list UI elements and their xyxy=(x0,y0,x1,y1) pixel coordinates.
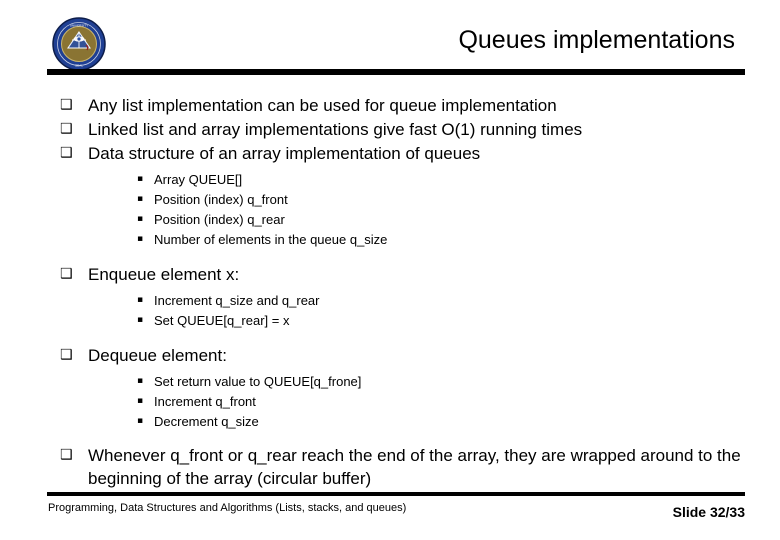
sub-bullet-text: Position (index) q_rear xyxy=(154,212,285,227)
sub-bullet-text: Set QUEUE[q_rear] = x xyxy=(154,313,290,328)
small-square-bullet-icon: ▪ xyxy=(137,194,144,204)
sub-bullet-text: Set return value to QUEUE[q_frone] xyxy=(154,374,362,389)
bullet-text: Whenever q_front or q_rear reach the end… xyxy=(88,446,741,488)
sub-bullet-item: ▪ Array QUEUE[] xyxy=(47,170,747,189)
seal-icon: UNIVERSITY SEAL xyxy=(52,17,106,71)
sub-bullet-text: Decrement q_size xyxy=(154,414,259,429)
small-square-bullet-icon: ▪ xyxy=(137,214,144,224)
svg-text:SEAL: SEAL xyxy=(75,64,83,68)
bullet-text: Dequeue element: xyxy=(88,346,227,365)
small-square-bullet-icon: ▪ xyxy=(137,376,144,386)
bullet-text: Linked list and array implementations gi… xyxy=(88,120,583,139)
bullet-text: Any list implementation can be used for … xyxy=(88,96,557,115)
slide-canvas: UNIVERSITY SEAL Queues implementations ❑… xyxy=(0,0,780,540)
small-square-bullet-icon: ▪ xyxy=(137,416,144,426)
footer-divider xyxy=(47,492,745,496)
bullet-item: ❑ Any list implementation can be used fo… xyxy=(47,94,747,117)
square-bullet-icon: ❑ xyxy=(60,145,73,161)
bullet-item: ❑ Enqueue element x: xyxy=(47,263,747,286)
sub-bullet-text: Array QUEUE[] xyxy=(154,172,243,187)
slide-body: ❑ Any list implementation can be used fo… xyxy=(47,94,747,491)
university-seal-logo: UNIVERSITY SEAL xyxy=(52,17,106,71)
bullet-item: ❑ Linked list and array implementations … xyxy=(47,118,747,141)
bullet-text: Enqueue element x: xyxy=(88,265,240,284)
sub-bullet-item: ▪ Decrement q_size xyxy=(47,412,747,431)
sub-bullet-item: ▪ Set return value to QUEUE[q_frone] xyxy=(47,372,747,391)
title-divider xyxy=(47,69,745,75)
sub-bullet-item: ▪ Position (index) q_rear xyxy=(47,210,747,229)
square-bullet-icon: ❑ xyxy=(60,347,73,363)
sub-bullet-group: ▪ Increment q_size and q_rear ▪ Set QUEU… xyxy=(47,291,747,330)
square-bullet-icon: ❑ xyxy=(60,121,73,137)
small-square-bullet-icon: ▪ xyxy=(137,396,144,406)
sub-bullet-group: ▪ Array QUEUE[] ▪ Position (index) q_fro… xyxy=(47,170,747,249)
svg-text:UNIVERSITY: UNIVERSITY xyxy=(70,24,89,28)
bullet-item: ❑ Data structure of an array implementat… xyxy=(47,142,747,165)
bullet-item: ❑ Whenever q_front or q_rear reach the e… xyxy=(47,444,747,490)
sub-bullet-item: ▪ Increment q_size and q_rear xyxy=(47,291,747,310)
slide-number-label: Slide 32/33 xyxy=(672,504,745,520)
square-bullet-icon: ❑ xyxy=(60,447,73,463)
sub-bullet-item: ▪ Position (index) q_front xyxy=(47,190,747,209)
sub-bullet-group: ▪ Set return value to QUEUE[q_frone] ▪ I… xyxy=(47,372,747,431)
bullet-item: ❑ Dequeue element: xyxy=(47,344,747,367)
square-bullet-icon: ❑ xyxy=(60,266,73,282)
small-square-bullet-icon: ▪ xyxy=(137,295,144,305)
bullet-text: Data structure of an array implementatio… xyxy=(88,144,481,163)
sub-bullet-item: ▪ Number of elements in the queue q_size xyxy=(47,230,747,249)
sub-bullet-text: Number of elements in the queue q_size xyxy=(154,232,388,247)
square-bullet-icon: ❑ xyxy=(60,97,73,113)
small-square-bullet-icon: ▪ xyxy=(137,234,144,244)
footer-course-label: Programming, Data Structures and Algorit… xyxy=(48,502,407,514)
sub-bullet-item: ▪ Increment q_front xyxy=(47,392,747,411)
sub-bullet-item: ▪ Set QUEUE[q_rear] = x xyxy=(47,311,747,330)
page-title: Queues implementations xyxy=(458,26,735,54)
small-square-bullet-icon: ▪ xyxy=(137,315,144,325)
sub-bullet-text: Increment q_front xyxy=(154,394,256,409)
sub-bullet-text: Position (index) q_front xyxy=(154,192,288,207)
sub-bullet-text: Increment q_size and q_rear xyxy=(154,293,320,308)
small-square-bullet-icon: ▪ xyxy=(137,174,144,184)
